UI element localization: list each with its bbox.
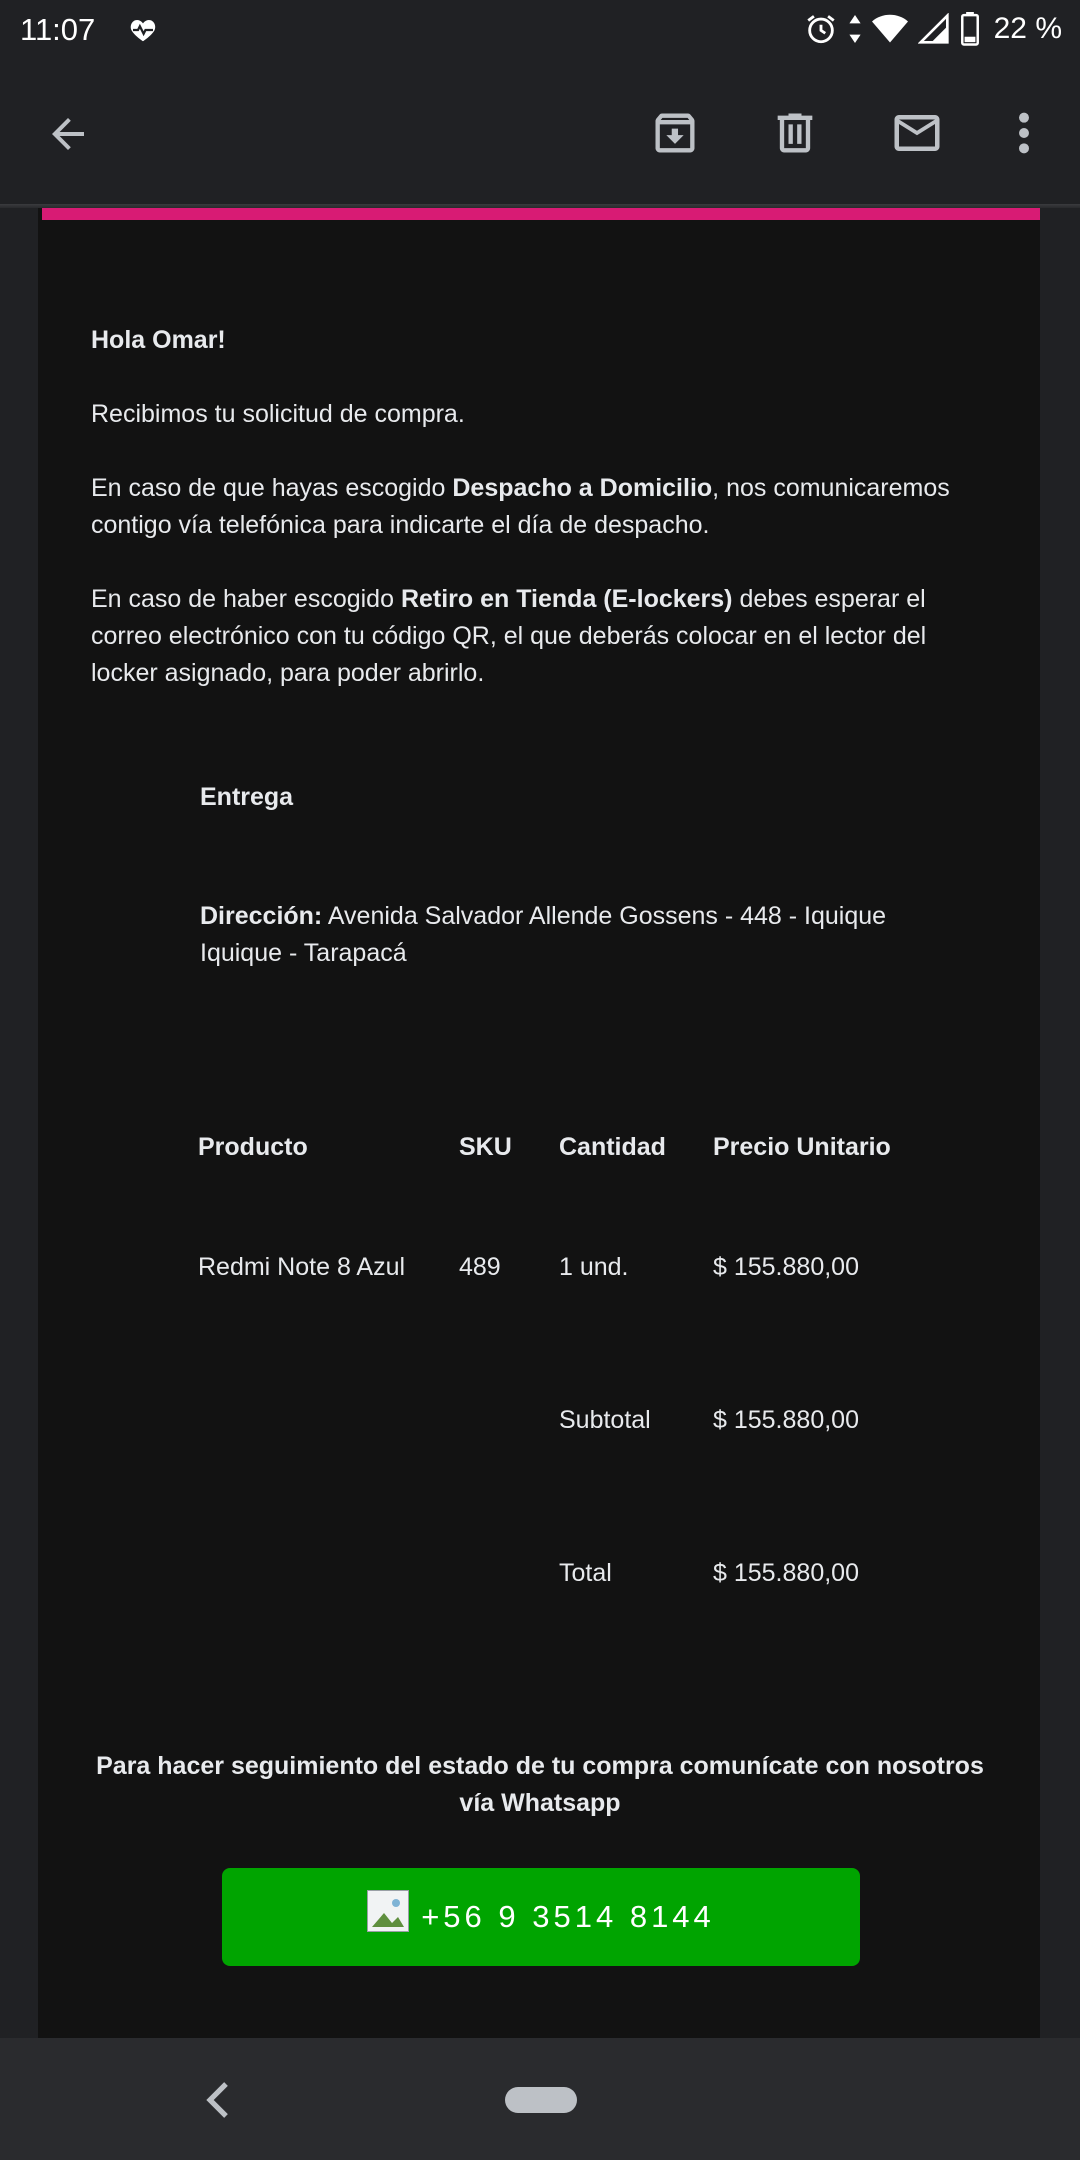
tracking-text: Para hacer seguimiento del estado de tu …	[96, 1752, 984, 1817]
whatsapp-button[interactable]: +56 9 3514 8144	[222, 1868, 860, 1966]
intro-paragraph: Recibimos tu solicitud de compra.	[91, 400, 465, 428]
delivery-paragraph-bold: Despacho a Domicilio	[452, 474, 713, 502]
table-header-producto: Producto	[198, 1133, 308, 1161]
status-time: 11:07	[20, 12, 96, 47]
signal-icon	[917, 13, 950, 45]
email-content[interactable]: Hola Omar! Recibimos tu solicitud de com…	[0, 208, 1080, 2038]
back-arrow-icon[interactable]	[36, 102, 100, 166]
table-cell-cantidad: 1 und.	[559, 1253, 629, 1281]
navigation-bar	[0, 2038, 1080, 2160]
accent-bar	[42, 208, 1040, 220]
more-vert-icon[interactable]	[1000, 98, 1048, 168]
battery-icon	[960, 12, 980, 46]
greeting: Hola Omar!	[91, 326, 226, 354]
app-bar	[0, 62, 1080, 204]
entrega-heading: Entrega	[200, 783, 294, 811]
delete-icon[interactable]	[760, 98, 830, 168]
mail-icon[interactable]	[882, 98, 952, 168]
total-label: Total	[559, 1559, 612, 1587]
archive-icon[interactable]	[640, 98, 710, 168]
heart-pulse-icon	[128, 15, 158, 50]
pickup-paragraph: En caso de haber escogido Retiro en Tien…	[91, 581, 991, 692]
delivery-paragraph-pre: En caso de que hayas escogido	[91, 474, 453, 502]
table-cell-producto: Redmi Note 8 Azul	[198, 1253, 406, 1281]
subtotal-value: $ 155.880,00	[713, 1406, 859, 1434]
table-cell-sku: 489	[459, 1253, 501, 1281]
table-header-precio: Precio Unitario	[713, 1133, 891, 1161]
delivery-paragraph: En caso de que hayas escogido Despacho a…	[91, 470, 991, 544]
address-label: Dirección:	[200, 902, 323, 930]
address: Dirección: Avenida Salvador Allende Goss…	[200, 898, 940, 972]
table-header-sku: SKU	[459, 1133, 512, 1161]
subtotal-label: Subtotal	[559, 1406, 651, 1434]
nav-back-icon[interactable]	[200, 2078, 240, 2122]
pickup-paragraph-pre: En caso de haber escogido	[91, 585, 401, 613]
total-value: $ 155.880,00	[713, 1559, 859, 1587]
status-bar: 11:07 22 %	[0, 0, 1080, 62]
wifi-icon	[871, 13, 908, 45]
data-arrows-icon	[848, 12, 862, 46]
broken-image-icon	[367, 1890, 410, 1932]
table-cell-precio: $ 155.880,00	[713, 1253, 859, 1281]
alarm-icon	[804, 12, 838, 46]
nav-home-pill[interactable]	[505, 2087, 577, 2113]
whatsapp-number: +56 9 3514 8144	[421, 1899, 715, 1934]
pickup-paragraph-bold: Retiro en Tienda (E-lockers)	[400, 585, 733, 613]
battery-percent: 22 %	[993, 12, 1062, 45]
table-header-cantidad: Cantidad	[559, 1133, 666, 1161]
